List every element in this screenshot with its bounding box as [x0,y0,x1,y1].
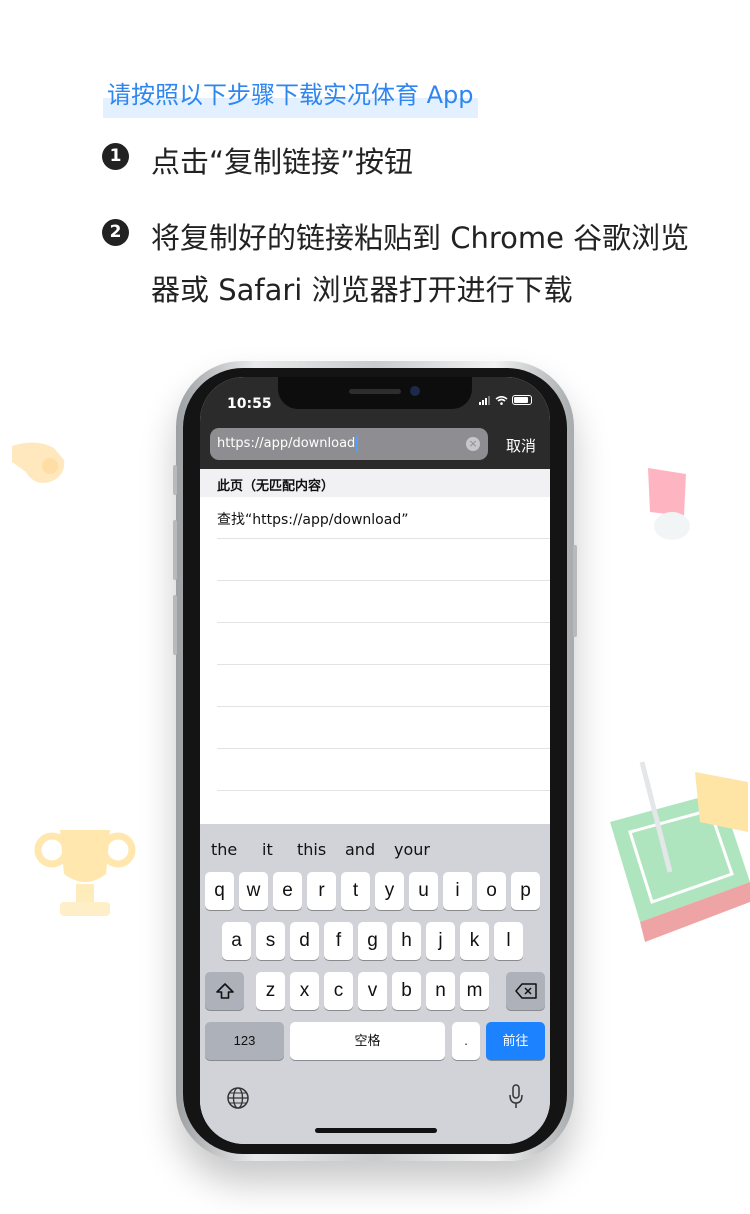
trophy-decoration [34,830,136,916]
backspace-key[interactable] [506,972,545,1010]
key-k[interactable]: k [460,922,489,960]
key-p[interactable]: p [511,872,540,910]
speaker-grille [349,389,401,394]
key-z[interactable]: z [256,972,285,1010]
key-f[interactable]: f [324,922,353,960]
space-key[interactable]: 空格 [290,1022,445,1060]
key-q[interactable]: q [205,872,234,910]
volume-up-button [173,520,177,580]
step-2: 2 将复制好的链接粘贴到 Chrome 谷歌浏览器或 Safari 浏览器打开进… [102,212,711,316]
step-number-badge: 1 [102,143,129,170]
period-key[interactable]: . [452,1022,480,1060]
front-camera [410,386,420,396]
keyboard: the it this and your q w e r t y u i o p… [200,824,550,1144]
globe-icon[interactable] [226,1086,250,1110]
step-1: 1 点击“复制链接”按钮 [102,136,711,188]
whistle-decoration [12,442,65,483]
key-h[interactable]: h [392,922,421,960]
volume-down-button [173,595,177,655]
shift-key[interactable] [205,972,244,1010]
notch [278,377,472,409]
key-o[interactable]: o [477,872,506,910]
key-l[interactable]: l [494,922,523,960]
empty-suggestion-row [217,665,550,707]
key-i[interactable]: i [443,872,472,910]
empty-suggestion-row [217,623,550,665]
key-n[interactable]: n [426,972,455,1010]
key-c[interactable]: c [324,972,353,1010]
wifi-icon [495,395,508,405]
suggestion-row[interactable]: 查找“https://app/download” [217,497,550,539]
key-x[interactable]: x [290,972,319,1010]
prediction-word[interactable]: it [262,840,273,859]
key-a[interactable]: a [222,922,251,960]
step-text: 点击“复制链接”按钮 [151,145,414,179]
power-button [573,545,577,637]
numbers-key[interactable]: 123 [205,1022,284,1060]
clear-text-icon[interactable]: × [466,437,480,451]
status-icons [479,395,532,405]
section-header: 此页（无匹配内容） [200,469,550,497]
text-caret [356,436,358,451]
key-w[interactable]: w [239,872,268,910]
empty-suggestion-row [217,707,550,749]
prediction-word[interactable]: and [345,840,375,859]
key-u[interactable]: u [409,872,438,910]
go-key[interactable]: 前往 [486,1022,545,1060]
key-r[interactable]: r [307,872,336,910]
cancel-button[interactable]: 取消 [506,435,536,456]
empty-suggestion-row [217,749,550,791]
predictive-bar: the it this and your [200,824,550,868]
backspace-icon [514,983,537,999]
signal-icon [479,395,490,405]
status-time: 10:55 [227,396,272,412]
url-input-value: https://app/download [217,436,358,451]
url-input[interactable]: https://app/download × [210,428,488,460]
prediction-word[interactable]: your [394,840,430,859]
key-j[interactable]: j [426,922,455,960]
prediction-word[interactable]: the [211,840,237,859]
section-title: 此页（无匹配内容） [217,479,335,494]
key-d[interactable]: d [290,922,319,960]
key-y[interactable]: y [375,872,404,910]
empty-suggestion-row [217,581,550,623]
phone-screen: 10:55 https://app/download × 取消 此页（无匹配内容… [200,377,550,1144]
step-text: 将复制好的链接粘贴到 Chrome 谷歌浏览器或 Safari 浏览器打开进行下… [151,221,690,307]
battery-icon [512,395,532,405]
microphone-icon[interactable] [508,1084,524,1110]
flag-decoration [648,468,690,540]
key-s[interactable]: s [256,922,285,960]
key-t[interactable]: t [341,872,370,910]
empty-suggestion-row [217,539,550,581]
soccer-field-decoration [610,761,750,942]
mute-switch [173,465,177,495]
key-b[interactable]: b [392,972,421,1010]
key-v[interactable]: v [358,972,387,1010]
prediction-word[interactable]: this [297,840,326,859]
shift-icon [215,983,234,999]
browser-search-bar: https://app/download × 取消 [200,421,550,469]
key-e[interactable]: e [273,872,302,910]
key-m[interactable]: m [460,972,489,1010]
key-g[interactable]: g [358,922,387,960]
instruction-heading: 请按照以下步骤下载实况体育 App [103,74,478,118]
suggestion-text: 查找“https://app/download” [217,512,409,528]
home-indicator [315,1128,437,1133]
step-number-badge: 2 [102,219,129,246]
